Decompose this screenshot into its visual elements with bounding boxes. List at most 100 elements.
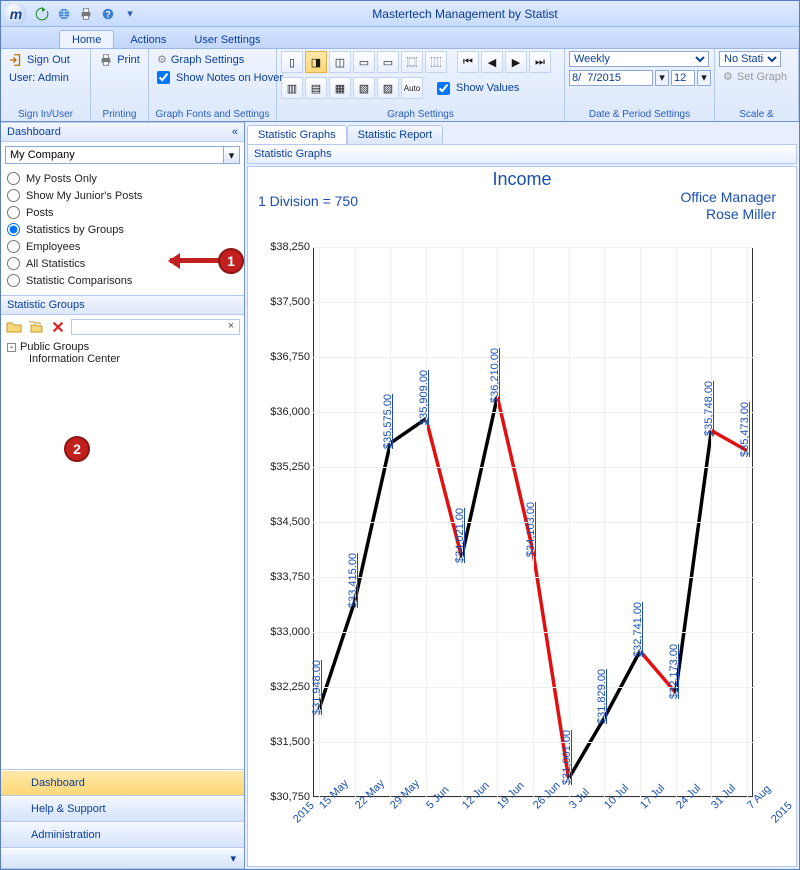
- y-tick: $31,500: [248, 736, 310, 748]
- y-tick: $33,750: [248, 571, 310, 583]
- stat-groups-search[interactable]: ×: [71, 319, 240, 335]
- layout-1[interactable]: ▥: [281, 77, 303, 99]
- option-junior-posts[interactable]: Show My Junior's Posts: [7, 187, 238, 204]
- user-label: User: Admin: [5, 70, 73, 86]
- date-spinner-icon[interactable]: ▾: [655, 70, 669, 86]
- option-my-posts[interactable]: My Posts Only: [7, 170, 238, 187]
- new-folder-icon[interactable]: [5, 318, 23, 336]
- clear-icon[interactable]: ×: [223, 320, 239, 334]
- annotation-badge-1: 1: [218, 248, 244, 274]
- ribbon-group-scale: No Statistic S ⚙Set Graph Scale &: [715, 49, 799, 121]
- option-stat-comparisons[interactable]: Statistic Comparisons: [7, 272, 238, 289]
- y-tick: $36,750: [248, 351, 310, 363]
- y-tick: $30,750: [248, 791, 310, 803]
- graph-mode-2[interactable]: ◨: [305, 51, 327, 73]
- nav-admin[interactable]: Administration: [1, 822, 244, 848]
- tree-node-information-center[interactable]: Information Center: [7, 353, 238, 365]
- main-panel: Statistic Graphs Statistic Report Statis…: [245, 122, 799, 869]
- option-employees[interactable]: Employees: [7, 238, 238, 255]
- y-tick: $33,000: [248, 626, 310, 638]
- nav-help[interactable]: Help & Support: [1, 796, 244, 822]
- y-tick: $35,250: [248, 461, 310, 473]
- graph-mode-4[interactable]: ▭: [353, 51, 375, 73]
- show-notes-checkbox[interactable]: Show Notes on Hover: [153, 69, 287, 86]
- app-logo-icon: m: [5, 3, 27, 25]
- ribbon-group-graph-fonts: ⚙Graph Settings Show Notes on Hover Grap…: [149, 49, 277, 121]
- ribbon: Sign Out User: Admin Sign In/User Print …: [1, 49, 799, 122]
- graph-mode-7[interactable]: ⿲: [425, 51, 447, 73]
- data-label: $35,909.00: [418, 370, 430, 425]
- data-label: $35,473.00: [739, 402, 751, 457]
- tree-node-public-groups[interactable]: -Public Groups: [7, 341, 238, 353]
- y-tick: $37,500: [248, 296, 310, 308]
- sign-out-button[interactable]: Sign Out: [5, 51, 74, 69]
- ribbon-group-graph-settings-label: Graph Settings: [281, 109, 560, 121]
- option-stats-by-groups[interactable]: Statistics by Groups: [7, 221, 238, 238]
- layout-4[interactable]: ▧: [353, 77, 375, 99]
- nav-prev-icon[interactable]: ◀: [481, 51, 503, 73]
- y-tick: $36,000: [248, 406, 310, 418]
- collapse-icon[interactable]: «: [232, 126, 238, 138]
- svg-text:?: ?: [105, 9, 110, 19]
- globe-icon[interactable]: [55, 5, 73, 23]
- ribbon-group-graph-settings: ▯ ◨ ◫ ▭ ▭ ⿴ ⿲ ⏮ ◀ ▶ ⏭ ▥ ▤ ▦ ▧ ▨ Auto: [277, 49, 565, 121]
- company-combo[interactable]: ▾: [5, 146, 240, 164]
- tab-statistic-graphs[interactable]: Statistic Graphs: [247, 125, 347, 144]
- sidebar-header: Dashboard«: [1, 122, 244, 142]
- ribbon-group-printing: Print Printing: [91, 49, 149, 121]
- data-label: $35,575.00: [382, 394, 394, 449]
- graph-settings-button[interactable]: ⚙Graph Settings: [153, 51, 248, 68]
- help-icon[interactable]: ?: [99, 5, 117, 23]
- chart-division-label: 1 Division = 750: [258, 193, 358, 209]
- layout-5[interactable]: ▨: [377, 77, 399, 99]
- view-options: My Posts Only Show My Junior's Posts Pos…: [1, 168, 244, 295]
- delete-icon[interactable]: [49, 318, 67, 336]
- qat-more-icon[interactable]: ▾: [121, 5, 139, 23]
- graph-mode-1[interactable]: ▯: [281, 51, 303, 73]
- data-label: $31,948.00: [311, 660, 323, 715]
- ribbon-group-scale-label: Scale &: [719, 109, 794, 121]
- collapse-minus-icon[interactable]: -: [7, 343, 16, 352]
- company-input[interactable]: [5, 146, 224, 164]
- period-select[interactable]: Weekly: [569, 51, 709, 67]
- count-spinner-icon[interactable]: ▾: [697, 70, 711, 86]
- refresh-icon[interactable]: [33, 5, 51, 23]
- layout-2[interactable]: ▤: [305, 77, 327, 99]
- data-label: $34,021.00: [454, 508, 466, 563]
- print-icon[interactable]: [77, 5, 95, 23]
- chevron-down-icon[interactable]: ▾: [224, 146, 240, 164]
- nav-next-icon[interactable]: ▶: [505, 51, 527, 73]
- graph-mode-3[interactable]: ◫: [329, 51, 351, 73]
- data-label: $34,103.00: [525, 502, 537, 557]
- ribbon-tab-actions[interactable]: Actions: [118, 31, 178, 48]
- layout-3[interactable]: ▦: [329, 77, 351, 99]
- set-graph-button[interactable]: ⚙Set Graph: [719, 68, 791, 85]
- layout-auto[interactable]: Auto: [401, 77, 423, 99]
- graph-mode-6[interactable]: ⿴: [401, 51, 423, 73]
- statistic-select[interactable]: No Statistic S: [719, 51, 781, 67]
- ribbon-group-date-period: Weekly ▾ ▾ Date & Period Settings: [565, 49, 715, 121]
- sidebar: Dashboard« ▾ My Posts Only Show My Junio…: [1, 122, 245, 869]
- ribbon-tab-user-settings[interactable]: User Settings: [182, 31, 272, 48]
- ribbon-tab-home[interactable]: Home: [59, 30, 114, 48]
- data-label: $31,001.00: [561, 730, 573, 785]
- ribbon-group-printing-label: Printing: [95, 109, 144, 121]
- y-tick: $32,250: [248, 681, 310, 693]
- graph-mode-5[interactable]: ▭: [377, 51, 399, 73]
- annotation-badge-2: 2: [64, 436, 90, 462]
- chart-container: Income 1 Division = 750 Office ManagerRo…: [247, 166, 797, 867]
- option-posts[interactable]: Posts: [7, 204, 238, 221]
- data-label: $32,741.00: [632, 602, 644, 657]
- nav-more-icon[interactable]: ▾: [1, 848, 244, 869]
- search-input[interactable]: [72, 320, 223, 334]
- nav-dashboard[interactable]: Dashboard: [1, 770, 244, 796]
- nav-first-icon[interactable]: ⏮: [457, 51, 479, 73]
- show-values-checkbox[interactable]: Show Values: [433, 77, 523, 99]
- date-input[interactable]: [569, 70, 653, 86]
- print-button[interactable]: Print: [95, 51, 144, 69]
- nav-last-icon[interactable]: ⏭: [529, 51, 551, 73]
- copy-folder-icon[interactable]: [27, 318, 45, 336]
- breadcrumb: Statistic Graphs: [247, 144, 797, 164]
- period-count-input[interactable]: [671, 70, 695, 86]
- tab-statistic-report[interactable]: Statistic Report: [347, 125, 444, 144]
